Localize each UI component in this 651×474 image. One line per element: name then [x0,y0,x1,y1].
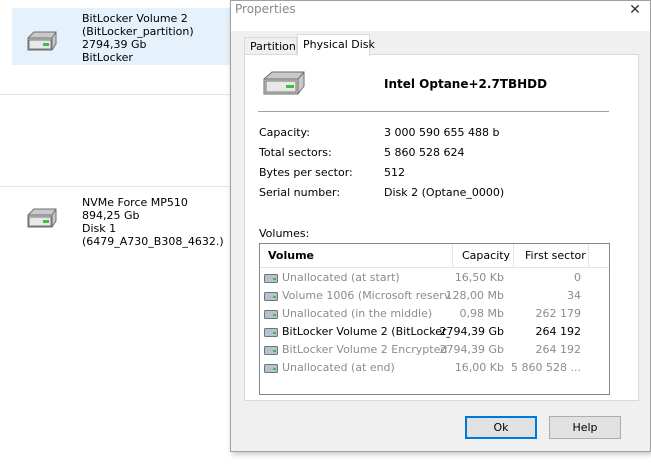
column-header-first-sector[interactable]: First sector [525,244,586,268]
column-header-volume[interactable]: Volume [268,244,314,268]
help-button[interactable]: Help [549,416,621,439]
disk-item-size: Disk 1 [82,222,117,235]
volumes-label: Volumes: [259,227,310,240]
capacity-value: 3 000 590 655 488 b [384,126,500,139]
divider [0,94,230,95]
serial-number-value: Disk 2 (Optane_0000) [384,186,505,199]
ok-button[interactable]: Ok [465,416,537,439]
volume-row[interactable]: Volume 1006 (Microsoft reserv... 128,00 … [260,287,609,305]
volume-name: Volume 1006 (Microsoft reserv... [282,289,450,302]
dialog-title: Properties [235,2,296,16]
volume-first-sector: 264 192 [535,325,582,338]
volume-capacity: 2794,39 Gb [439,343,505,356]
physical-disk-panel: Intel Optane+2.7TBHDD Capacity: 3 000 59… [244,54,639,401]
title-bar[interactable]: Properties ✕ [231,1,650,31]
volume-icon [264,310,278,319]
volume-icon [264,328,278,337]
volume-first-sector: 0 [574,271,581,284]
volumes-header: Volume Capacity First sector [260,244,609,268]
disk-item-sub: 894,25 Gb [82,209,140,222]
volume-name: BitLocker Volume 2 Encrypted (... [282,343,450,356]
volume-row[interactable]: Unallocated (in the middle) 0,98 Mb 262 … [260,305,609,323]
column-separator [452,244,453,268]
volume-name: Unallocated (in the middle) [282,307,433,320]
bytes-per-sector-value: 512 [384,166,405,179]
tab-physical-disk[interactable]: Physical Disk [297,34,375,56]
volume-capacity: 16,00 Kb [454,361,504,374]
hard-disk-icon [27,208,57,228]
column-separator [588,244,589,268]
properties-dialog: Properties ✕ Partition Physical Disk Int… [230,0,651,452]
volume-row[interactable]: BitLocker Volume 2 (BitLocker_... 2794,3… [260,323,609,341]
total-sectors-label: Total sectors: [259,146,332,159]
volume-icon [264,364,278,373]
volume-first-sector: 5 860 528 ... [511,361,581,374]
column-header-capacity[interactable]: Capacity [462,244,510,268]
serial-number-label: Serial number: [259,186,341,199]
volume-icon [264,292,278,301]
disk-name: Intel Optane+2.7TBHDD [384,77,548,91]
disk-item-size: 2794,39 Gb [82,38,147,51]
divider [0,186,230,187]
volumes-list[interactable]: Volume Capacity First sector Unallocated… [259,243,610,395]
disk-item-name: BitLocker Volume 2 [82,12,188,25]
volume-name: Unallocated (at start) [282,271,400,284]
bytes-per-sector-label: Bytes per sector: [259,166,353,179]
volume-capacity: 128,00 Mb [445,289,504,302]
volume-first-sector: 264 192 [535,343,582,356]
total-sectors-value: 5 860 528 624 [384,146,465,159]
hard-disk-icon [27,31,57,51]
close-button[interactable]: ✕ [620,1,650,21]
disk-item-extra: (6479_A730_B308_4632.) [82,235,224,248]
disk-item-sub: (BitLocker_partition) [82,25,194,38]
volume-name: Unallocated (at end) [282,361,395,374]
volume-icon [264,274,278,283]
disk-item-name: NVMe Force MP510 [82,196,188,209]
volume-row[interactable]: Unallocated (at end) 16,00 Kb 5 860 528 … [260,359,609,377]
disk-item-extra: BitLocker [82,51,133,64]
volume-row[interactable]: BitLocker Volume 2 Encrypted (... 2794,3… [260,341,609,359]
volume-capacity: 16,50 Kb [454,271,504,284]
capacity-label: Capacity: [259,126,310,139]
hard-disk-icon [263,71,305,95]
volume-name: BitLocker Volume 2 (BitLocker_... [282,325,450,338]
volume-capacity: 0,98 Mb [459,307,504,320]
volume-capacity: 2794,39 Gb [439,325,505,338]
volume-icon [264,346,278,355]
volume-first-sector: 262 179 [535,307,582,320]
volume-row[interactable]: Unallocated (at start) 16,50 Kb 0 [260,269,609,287]
divider [258,111,609,112]
column-separator [513,244,514,268]
volume-first-sector: 34 [567,289,581,302]
